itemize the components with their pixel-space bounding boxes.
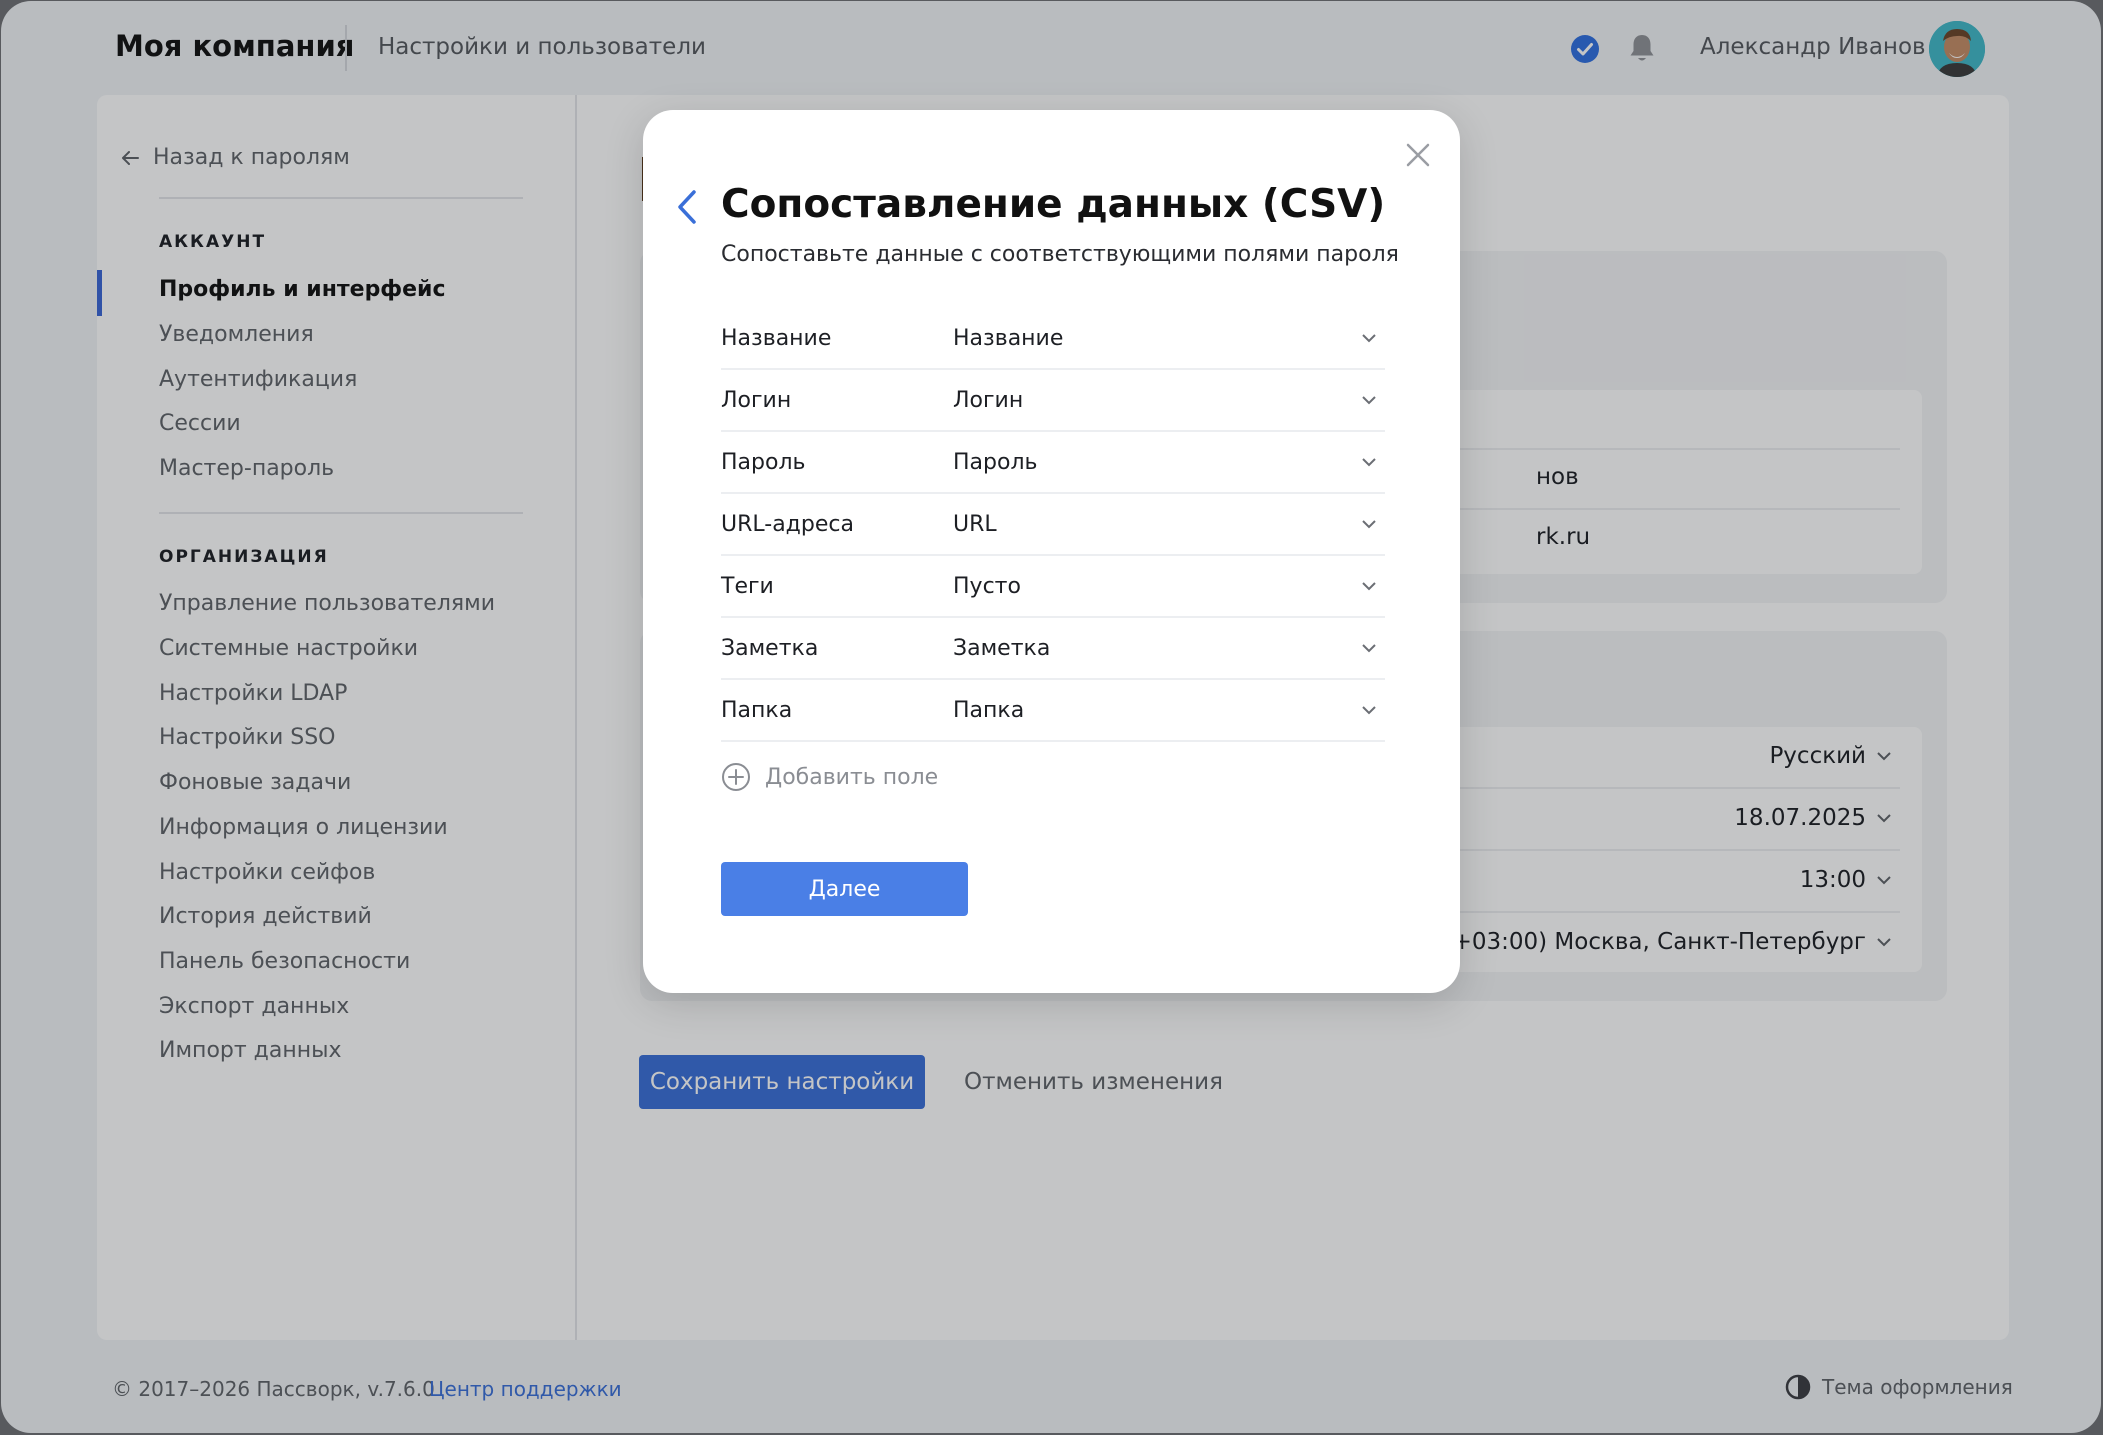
chevron-down-icon: [1362, 396, 1376, 405]
mapping-row: URL-адреса URL: [721, 494, 1385, 556]
close-icon[interactable]: [1403, 140, 1433, 170]
mapping-select[interactable]: Название: [952, 308, 1385, 368]
mapping-row: Пароль Пароль: [721, 432, 1385, 494]
mapping-select[interactable]: Заметка: [952, 618, 1385, 678]
chevron-down-icon: [1362, 334, 1376, 343]
dialog-subtitle: Сопоставьте данные с соответствующими по…: [721, 242, 1399, 267]
mapping-row: Папка Папка: [721, 680, 1385, 742]
mapping-row: Заметка Заметка: [721, 618, 1385, 680]
field-label: Логин: [721, 388, 792, 413]
mapping-value: Папка: [953, 698, 1025, 723]
field-label: Название: [721, 326, 832, 351]
mapping-row: Теги Пусто: [721, 556, 1385, 618]
next-button[interactable]: Далее: [721, 862, 968, 916]
field-label: Теги: [721, 574, 774, 599]
plus-circle-icon: [722, 763, 750, 791]
mapping-value: Логин: [953, 388, 1024, 413]
mapping-value: Название: [953, 326, 1064, 351]
field-label: URL-адреса: [721, 512, 854, 537]
chevron-left-icon[interactable]: [675, 188, 699, 226]
csv-mapping-dialog: Сопоставление данных (CSV) Сопоставьте д…: [643, 110, 1460, 993]
mapping-select[interactable]: Логин: [952, 370, 1385, 430]
mapping-value: Заметка: [953, 636, 1051, 661]
mapping-row: Название Название: [721, 308, 1385, 370]
chevron-down-icon: [1362, 520, 1376, 529]
chevron-down-icon: [1362, 582, 1376, 591]
dialog-title: Сопоставление данных (CSV): [721, 182, 1386, 227]
mapping-row: Логин Логин: [721, 370, 1385, 432]
mapping-select[interactable]: URL: [952, 494, 1385, 554]
mapping-value: URL: [953, 512, 997, 537]
field-label: Пароль: [721, 450, 806, 475]
chevron-down-icon: [1362, 644, 1376, 653]
chevron-down-icon: [1362, 706, 1376, 715]
field-label: Заметка: [721, 636, 819, 661]
mapping-select[interactable]: Папка: [952, 680, 1385, 740]
add-field-button[interactable]: Добавить поле: [721, 762, 938, 792]
mapping-select[interactable]: Пароль: [952, 432, 1385, 492]
mapping-value: Пусто: [953, 574, 1021, 599]
mapping-value: Пароль: [953, 450, 1038, 475]
mapping-select[interactable]: Пусто: [952, 556, 1385, 616]
add-field-label: Добавить поле: [765, 764, 939, 790]
chevron-down-icon: [1362, 458, 1376, 467]
field-label: Папка: [721, 698, 793, 723]
